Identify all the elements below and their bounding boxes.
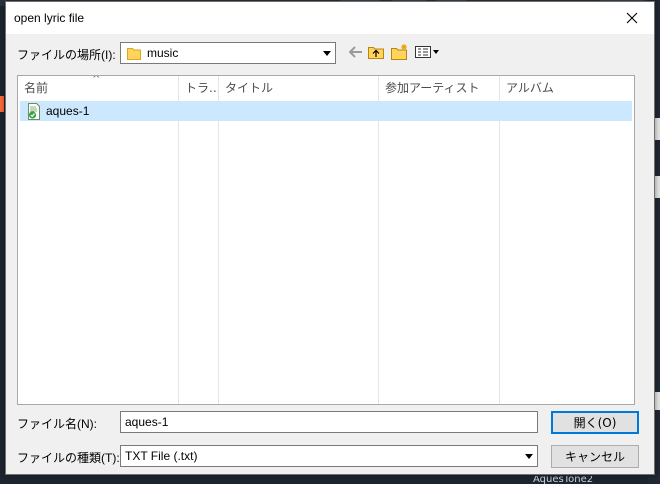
filetype-combobox[interactable]: TXT File (.txt) <box>120 445 538 467</box>
title-bar[interactable]: open lyric file <box>6 2 654 34</box>
up-folder-icon <box>368 47 384 59</box>
chevron-down-icon[interactable] <box>521 446 537 466</box>
chevron-down-icon[interactable] <box>319 43 335 63</box>
file-name-text[interactable]: aques-1 <box>46 104 89 118</box>
background-label: AquesTone2 <box>533 476 594 484</box>
file-list-view[interactable]: 名前 ^ トラ... タイトル 参加アーティスト アルバム aques-1 <box>17 75 635 405</box>
new-folder-button[interactable] <box>390 43 410 61</box>
open-file-dialog: open lyric file ファイルの場所(I): music 名前 ^ ト… <box>5 1 655 475</box>
close-button[interactable] <box>610 2 654 34</box>
up-folder-button[interactable] <box>366 43 386 61</box>
column-divider[interactable] <box>218 76 219 404</box>
column-divider[interactable] <box>378 76 379 404</box>
column-header-artists[interactable]: 参加アーティスト <box>379 76 499 100</box>
look-in-label: ファイルの場所(I): <box>17 48 116 62</box>
column-header-album[interactable]: アルバム <box>500 76 634 100</box>
view-menu-icon <box>415 46 439 58</box>
back-arrow-icon <box>349 46 362 58</box>
filename-label: ファイル名(N): <box>17 417 97 431</box>
look-in-combobox[interactable]: music <box>120 42 336 64</box>
view-menu-button[interactable] <box>414 43 442 61</box>
window-title: open lyric file <box>14 11 85 25</box>
close-icon <box>626 12 638 24</box>
back-button[interactable] <box>346 43 366 61</box>
folder-icon <box>127 48 141 60</box>
list-item[interactable] <box>20 101 632 121</box>
column-header-track[interactable]: トラ... <box>179 76 219 100</box>
background-marker <box>0 96 4 112</box>
column-header-title[interactable]: タイトル <box>219 76 378 100</box>
filename-input[interactable]: aques-1 <box>120 411 538 433</box>
new-folder-icon <box>391 44 407 60</box>
look-in-value: music <box>147 46 179 60</box>
column-divider[interactable] <box>499 76 500 404</box>
column-divider[interactable] <box>178 76 179 404</box>
filetype-value: TXT File (.txt) <box>125 449 198 463</box>
cancel-button[interactable]: キャンセル <box>551 445 639 468</box>
text-file-icon <box>28 103 40 120</box>
sort-ascending-icon: ^ <box>92 75 101 85</box>
open-button[interactable]: 開く(O) <box>551 411 639 434</box>
filetype-label: ファイルの種類(T): <box>17 451 120 465</box>
